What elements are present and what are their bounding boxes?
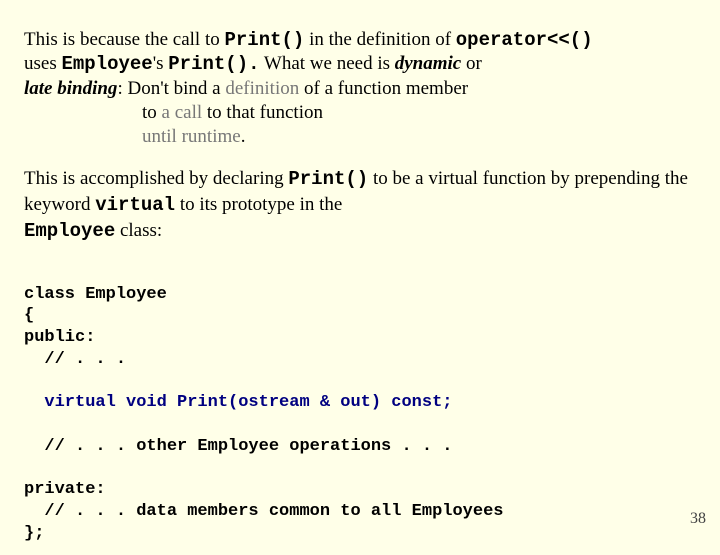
text: This is because the call to [24,29,225,50]
code-line: class Employee [24,285,167,304]
late-binding: late binding [24,78,117,99]
virtual-declaration: virtual void Print(ostream & out) const; [24,393,452,412]
text: 's [153,53,169,74]
paragraph-2: This is accomplished by declaring Print(… [24,166,700,244]
paragraph-1: This is because the call to Print() in t… [24,28,700,150]
code-employee: Employee [24,220,115,242]
text: class: [115,220,162,241]
code-block: class Employee { public: // . . . virtua… [24,262,700,545]
code-print: Print() [225,29,305,51]
text: until runtime. [142,126,245,147]
text: : Don't bind a [117,78,225,99]
text: What we need is [260,53,395,74]
virtual-function: virtual function [428,168,546,189]
a-call: a call [162,102,203,123]
text: uses [24,53,61,74]
definition: definition [225,78,299,99]
text: or [461,53,482,74]
text: to a call to that function [142,102,323,123]
until-runtime: until runtime [142,126,241,147]
code-operator: operator<<() [456,29,593,51]
virtual-keyword: virtual [95,194,175,216]
text: This is accomplished by declaring [24,168,288,189]
code-print: Print() [288,168,368,190]
code-line: // . . . data members common to all Empl… [24,502,503,521]
code-line: // . . . other Employee operations . . . [24,437,452,456]
code-line: { [24,306,34,325]
page-number: 38 [690,510,706,528]
code-line: private: [24,480,106,499]
code-employee: Employee [61,53,152,75]
slide-content: This is because the call to Print() in t… [0,0,720,555]
text: to its prototype in the [175,194,342,215]
text: in the definition of [304,29,455,50]
code-print: Print(). [168,53,259,75]
text: of a function member [299,78,468,99]
code-line: public: [24,328,95,347]
dynamic: dynamic [395,53,462,74]
text: to be a [368,168,428,189]
code-line: // . . . [24,350,126,369]
